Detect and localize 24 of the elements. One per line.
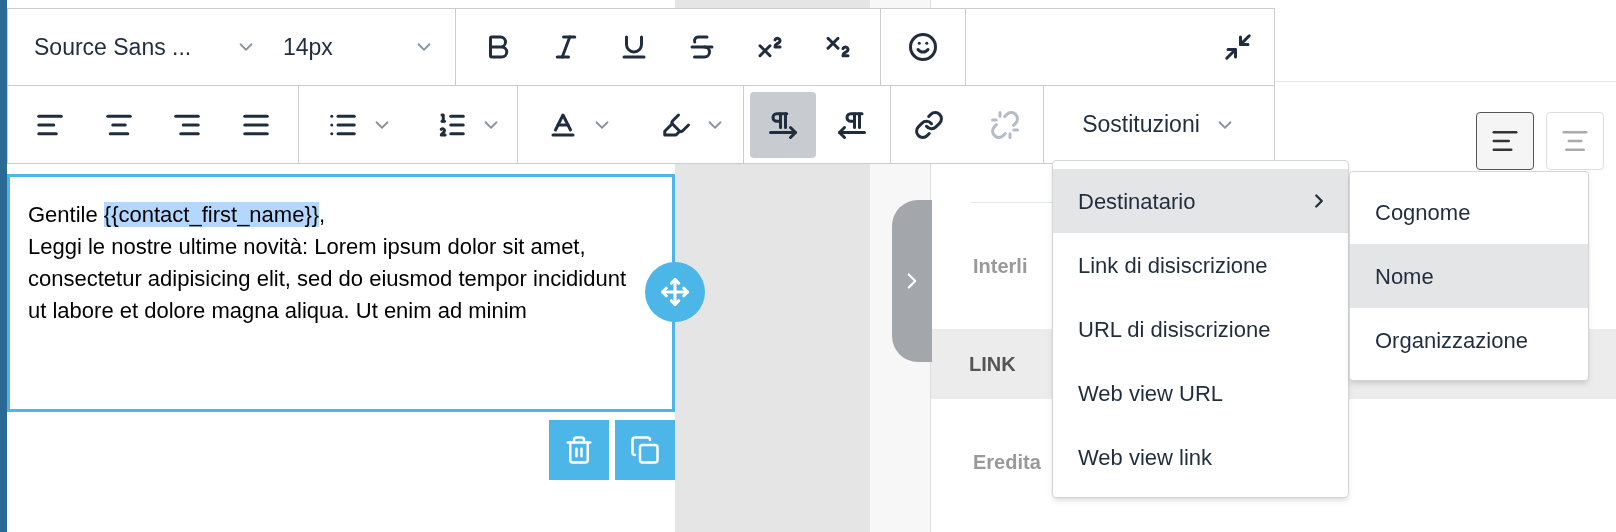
- paragraph-direction-button[interactable]: [749, 91, 816, 158]
- copy-icon: [630, 435, 660, 465]
- field-label: Interli: [973, 254, 1028, 279]
- field-label: Eredita: [973, 450, 1041, 475]
- panel-toggle-tab[interactable]: [892, 200, 932, 362]
- menu-item[interactable]: Link di disiscrizione: [1053, 233, 1348, 297]
- pilcrow-icon: [836, 109, 867, 140]
- font-select[interactable]: Source Sans ...: [8, 9, 271, 85]
- trash-icon: [564, 435, 594, 465]
- broken-link-icon: [990, 109, 1020, 140]
- link-icon: [914, 109, 944, 140]
- menu-item[interactable]: Destinatario: [1053, 169, 1348, 233]
- substitutions-dropdown[interactable]: Sostituzioni: [1044, 86, 1274, 163]
- smiley-icon: [908, 32, 938, 62]
- paragraph: Leggi le nostre ultime novità: Lorem ipsum dolor sit amet, consectetur adipisicing elit, sed do eiusmod tempor incididunt ut labore et dolore magna aliqua. Ut enim ad minim: [28, 233, 627, 325]
- pilcrow-icon: [767, 109, 798, 140]
- menu-item[interactable]: Web view link: [1053, 425, 1348, 489]
- text-editor[interactable]: [7, 174, 675, 412]
- submenu-item[interactable]: Nome: [1350, 244, 1588, 308]
- align-button[interactable]: [1476, 112, 1534, 170]
- shrink-arrows-icon: [1223, 32, 1253, 62]
- size-select[interactable]: 14px: [271, 9, 455, 85]
- move-icon: [660, 277, 690, 307]
- submenu-item[interactable]: Cognome: [1350, 180, 1588, 244]
